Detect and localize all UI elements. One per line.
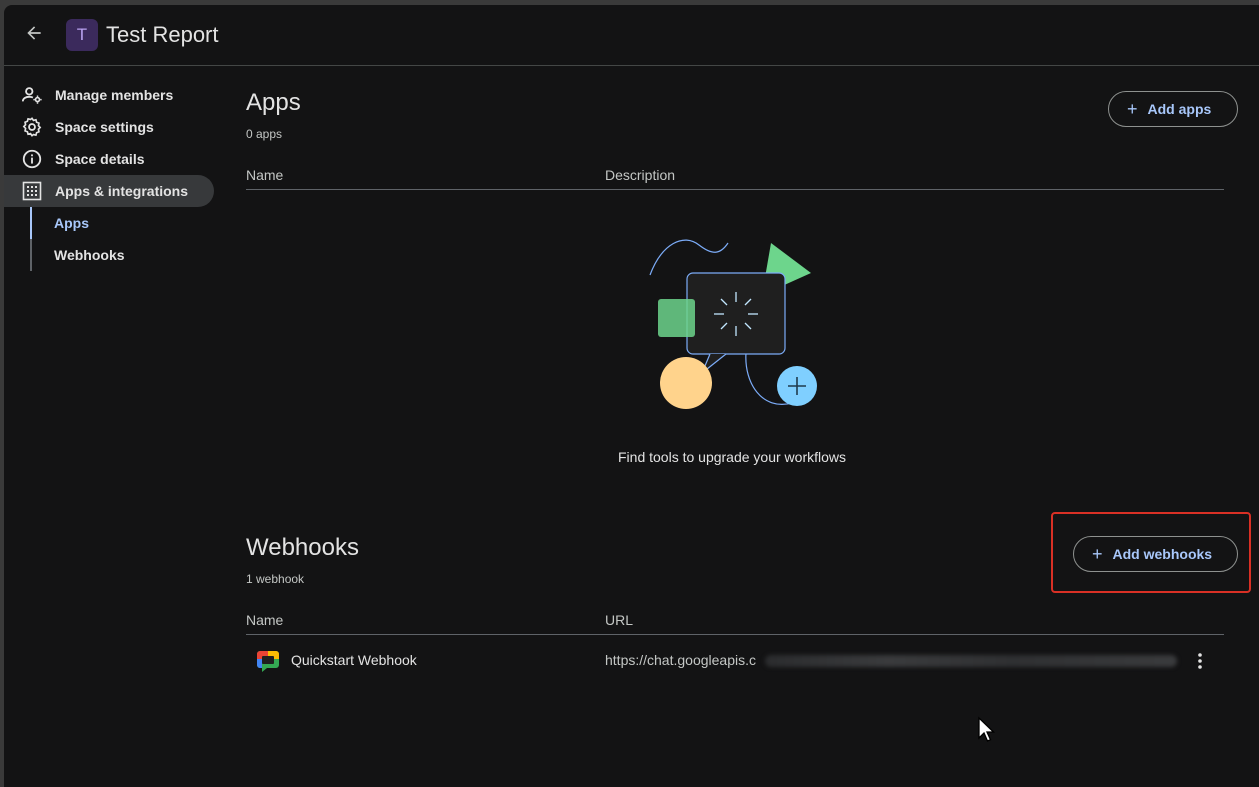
- add-apps-button[interactable]: + Add apps: [1108, 91, 1238, 127]
- sidebar-subitem-apps[interactable]: Apps: [30, 207, 210, 239]
- apps-count: 0 apps: [246, 127, 283, 141]
- empty-state-illustration: [649, 239, 817, 409]
- space-avatar: T: [66, 19, 98, 51]
- sidebar: Manage members Space settings Space deta…: [4, 66, 218, 786]
- more-vert-icon: [1198, 653, 1202, 669]
- webhooks-section-title: Webhooks: [246, 534, 359, 561]
- sidebar-subitem-label: Apps: [54, 215, 89, 231]
- plus-icon: +: [1127, 99, 1138, 119]
- sidebar-item-apps-integrations[interactable]: Apps & integrations: [4, 175, 214, 207]
- manage-members-icon: [20, 83, 44, 107]
- header: T Test Report: [4, 5, 1259, 66]
- add-webhooks-button[interactable]: + Add webhooks: [1073, 536, 1238, 572]
- sidebar-item-label: Manage members: [55, 87, 174, 103]
- add-webhooks-label: Add webhooks: [1112, 546, 1213, 562]
- sidebar-item-label: Space settings: [55, 119, 154, 135]
- sidebar-item-space-settings[interactable]: Space settings: [4, 111, 214, 143]
- arrow-back-icon: [27, 26, 41, 40]
- webhooks-column-url[interactable]: URL: [605, 612, 633, 628]
- sidebar-item-label: Space details: [55, 151, 145, 167]
- webhooks-column-name[interactable]: Name: [246, 612, 283, 628]
- apps-grid-icon: [20, 179, 44, 203]
- apps-section-title: Apps: [246, 89, 301, 116]
- table-row[interactable]: Quickstart Webhook https://chat.googleap…: [246, 641, 1224, 681]
- apps-empty-message: Find tools to upgrade your workflows: [618, 449, 846, 465]
- sidebar-item-label: Apps & integrations: [55, 183, 189, 199]
- google-chat-icon: [257, 651, 279, 672]
- info-icon: [20, 147, 44, 171]
- redacted-url-blur: [765, 655, 1177, 667]
- app-window: T Test Report Manage members Space setti…: [4, 5, 1259, 787]
- sidebar-item-space-details[interactable]: Space details: [4, 143, 214, 175]
- gear-icon: [20, 115, 44, 139]
- sidebar-subitem-webhooks[interactable]: Webhooks: [30, 239, 210, 271]
- sidebar-item-manage-members[interactable]: Manage members: [4, 79, 214, 111]
- webhook-name: Quickstart Webhook: [291, 652, 417, 668]
- page-title: Test Report: [106, 22, 219, 47]
- more-options-button[interactable]: [1188, 649, 1212, 673]
- divider: [246, 634, 1224, 635]
- plus-icon: +: [1092, 544, 1103, 564]
- apps-column-description[interactable]: Description: [605, 167, 675, 183]
- apps-column-name[interactable]: Name: [246, 167, 283, 183]
- divider: [246, 189, 1224, 190]
- webhooks-count: 1 webhook: [246, 572, 305, 586]
- sidebar-subitem-label: Webhooks: [54, 247, 125, 263]
- webhook-url: https://chat.googleapis.c: [605, 652, 756, 668]
- mouse-cursor-icon: [978, 716, 995, 742]
- back-button[interactable]: [20, 19, 48, 47]
- add-apps-label: Add apps: [1147, 101, 1212, 117]
